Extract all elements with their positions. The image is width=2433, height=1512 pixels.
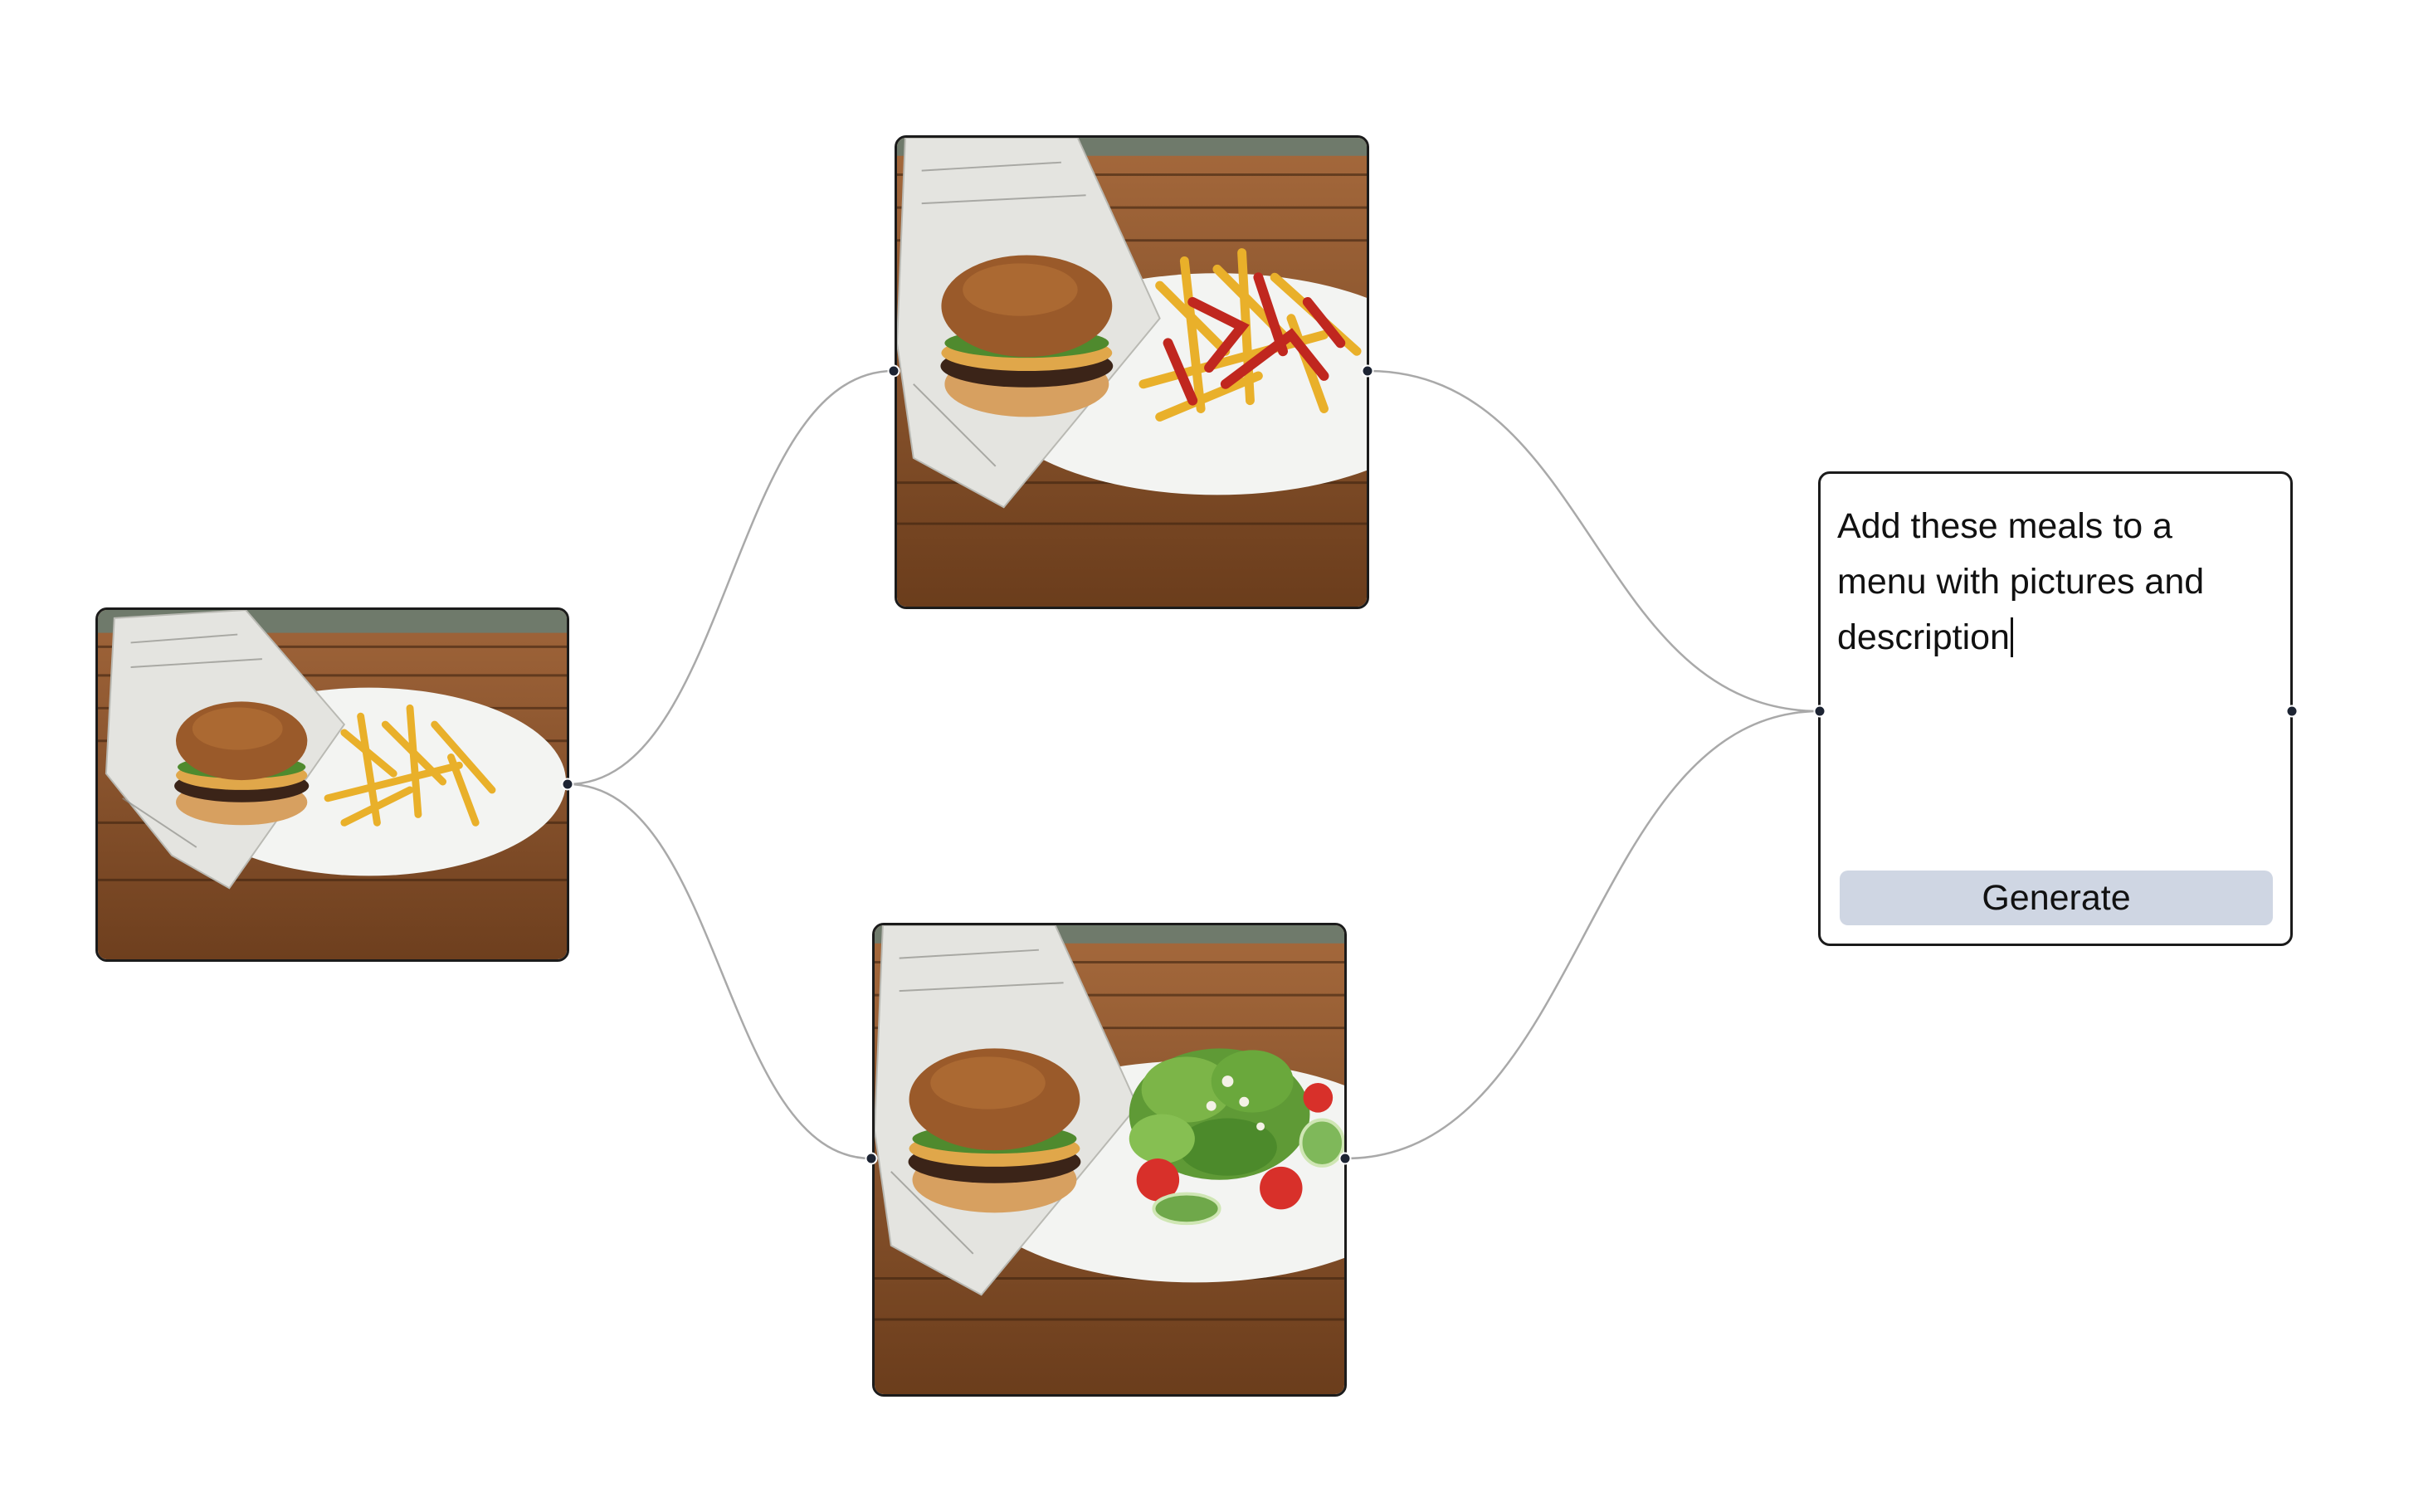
source-output-handle[interactable] (561, 778, 574, 791)
edge-source-to-ketchup (567, 369, 895, 786)
salad-input-handle[interactable] (865, 1152, 878, 1165)
text-caret-icon (2010, 617, 2013, 657)
ketchup-input-handle[interactable] (887, 364, 900, 378)
burger-ketchup-fries-photo (897, 138, 1367, 607)
image-node-burger-ketchup[interactable] (895, 135, 1369, 609)
prompt-text-content: Add these meals to a menu with pictures … (1837, 506, 2205, 657)
node-canvas[interactable]: Add these meals to a menu with pictures … (0, 0, 2433, 1512)
source-image-node[interactable] (95, 607, 569, 962)
prompt-node[interactable]: Add these meals to a menu with pictures … (1818, 471, 2293, 946)
edge-salad-to-prompt (1344, 710, 1821, 1160)
prompt-output-handle[interactable] (2285, 705, 2299, 718)
burger-fries-photo (98, 610, 567, 959)
image-node-burger-salad[interactable] (872, 923, 1347, 1397)
edge-source-to-salad (567, 783, 872, 1160)
prompt-input-handle[interactable] (1813, 705, 1826, 718)
prompt-textarea[interactable]: Add these meals to a menu with pictures … (1837, 499, 2269, 666)
salad-output-handle[interactable] (1338, 1152, 1352, 1165)
burger-salad-photo (875, 925, 1344, 1394)
ketchup-output-handle[interactable] (1361, 364, 1374, 378)
generate-button[interactable]: Generate (1840, 871, 2273, 925)
edge-ketchup-to-prompt (1367, 369, 1821, 713)
